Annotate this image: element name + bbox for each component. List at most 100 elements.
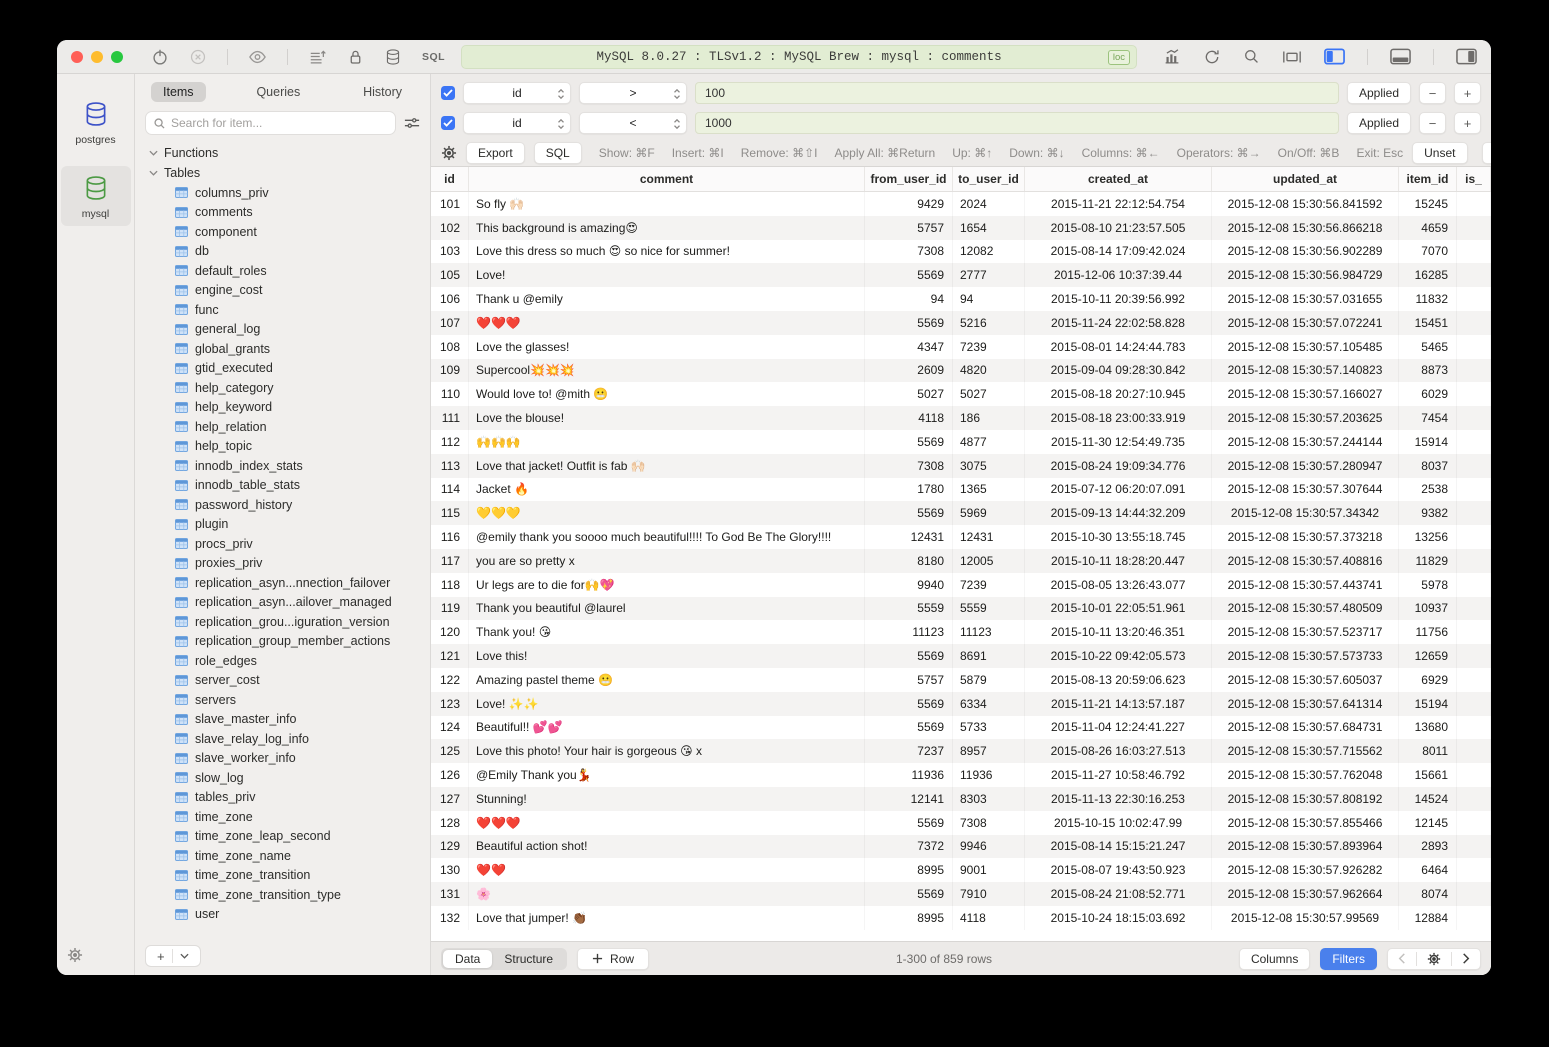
sidebar-table-item[interactable]: global_grants	[145, 339, 420, 359]
cell-updated-at[interactable]: 2015-12-08 15:30:57.031655	[1212, 287, 1399, 311]
cell-created-at[interactable]: 2015-08-24 21:08:52.771	[1025, 882, 1212, 906]
filters-button[interactable]: Filters	[1320, 948, 1377, 970]
cell-item-id[interactable]: 5465	[1399, 335, 1457, 359]
sidebar-table-item[interactable]: help_topic	[145, 437, 420, 457]
table-row[interactable]: 122Amazing pastel theme 😬575758792015-08…	[431, 668, 1491, 692]
table-row[interactable]: 118Ur legs are to die for🙌💖994072392015-…	[431, 573, 1491, 597]
cell-comment[interactable]: ❤️❤️	[469, 858, 865, 882]
cell-from-user-id[interactable]: 5569	[865, 811, 953, 835]
filter-operator-select[interactable]: >	[579, 82, 687, 104]
cell-comment[interactable]: So fly 🙌🏻	[469, 192, 865, 216]
cell-comment[interactable]: you are so pretty x	[469, 549, 865, 573]
cell-comment[interactable]: Love that jumper! 👏🏾	[469, 906, 865, 930]
cell-id[interactable]: 123	[431, 692, 469, 716]
cell-updated-at[interactable]: 2015-12-08 15:30:57.072241	[1212, 311, 1399, 335]
sidebar-table-item[interactable]: comments	[145, 203, 420, 223]
lock-icon[interactable]	[347, 48, 364, 66]
cell-from-user-id[interactable]: 9429	[865, 192, 953, 216]
cell-id[interactable]: 102	[431, 216, 469, 240]
cell-id[interactable]: 115	[431, 501, 469, 525]
cell-is[interactable]	[1457, 240, 1491, 264]
sidebar-table-item[interactable]: help_keyword	[145, 398, 420, 418]
cell-created-at[interactable]: 2015-10-15 10:02:47.99	[1025, 811, 1212, 835]
cell-item-id[interactable]: 11832	[1399, 287, 1457, 311]
cell-id[interactable]: 128	[431, 811, 469, 835]
cell-id[interactable]: 125	[431, 739, 469, 763]
cell-is[interactable]	[1457, 835, 1491, 859]
zoom-window-button[interactable]	[111, 51, 123, 63]
sidebar-table-item[interactable]: time_zone_name	[145, 846, 420, 866]
tab-structure[interactable]: Structure	[492, 950, 565, 968]
tab-data[interactable]: Data	[443, 950, 492, 968]
cell-to-user-id[interactable]: 4877	[953, 430, 1025, 454]
cell-updated-at[interactable]: 2015-12-08 15:30:56.984729	[1212, 263, 1399, 287]
unset-button[interactable]: Unset	[1412, 142, 1467, 164]
cell-from-user-id[interactable]: 5027	[865, 382, 953, 406]
cell-updated-at[interactable]: 2015-12-08 15:30:57.408816	[1212, 549, 1399, 573]
cell-to-user-id[interactable]: 8303	[953, 787, 1025, 811]
cell-updated-at[interactable]: 2015-12-08 15:30:57.244144	[1212, 430, 1399, 454]
add-connection-button[interactable]: +	[145, 945, 201, 967]
cell-from-user-id[interactable]: 8180	[865, 549, 953, 573]
cell-comment[interactable]: Thank you! 😘	[469, 620, 865, 644]
table-row[interactable]: 108Love the glasses!434772392015-08-01 1…	[431, 335, 1491, 359]
cell-from-user-id[interactable]: 11123	[865, 620, 953, 644]
cell-created-at[interactable]: 2015-10-11 18:28:20.447	[1025, 549, 1212, 573]
cell-from-user-id[interactable]: 4347	[865, 335, 953, 359]
cell-created-at[interactable]: 2015-11-30 12:54:49.735	[1025, 430, 1212, 454]
cell-created-at[interactable]: 2015-08-14 15:15:21.247	[1025, 835, 1212, 859]
cell-id[interactable]: 124	[431, 716, 469, 740]
add-filter-button[interactable]: +	[1454, 82, 1481, 104]
cell-from-user-id[interactable]: 5569	[865, 716, 953, 740]
cell-item-id[interactable]: 11829	[1399, 549, 1457, 573]
sidebar-table-item[interactable]: time_zone	[145, 807, 420, 827]
cell-item-id[interactable]: 7454	[1399, 406, 1457, 430]
sidebar-table-item[interactable]: help_category	[145, 378, 420, 398]
sidebar-table-item[interactable]: role_edges	[145, 651, 420, 671]
sidebar-table-item[interactable]: component	[145, 222, 420, 242]
cell-is[interactable]	[1457, 382, 1491, 406]
sql-button[interactable]: SQL	[534, 142, 582, 164]
cell-item-id[interactable]: 8037	[1399, 454, 1457, 478]
sidebar-table-item[interactable]: slave_worker_info	[145, 749, 420, 769]
sidebar-table-item[interactable]: help_relation	[145, 417, 420, 437]
table-row[interactable]: 123Love! ✨✨556963342015-11-21 14:13:57.1…	[431, 692, 1491, 716]
cell-to-user-id[interactable]: 186	[953, 406, 1025, 430]
sidebar-table-item[interactable]: password_history	[145, 495, 420, 515]
cell-from-user-id[interactable]: 7308	[865, 240, 953, 264]
table-row[interactable]: 129Beautiful action shot!737299462015-08…	[431, 835, 1491, 859]
log-list-icon[interactable]	[308, 48, 327, 66]
toggle-right-panel-icon[interactable]	[1456, 48, 1477, 65]
cell-to-user-id[interactable]: 12005	[953, 549, 1025, 573]
cell-updated-at[interactable]: 2015-12-08 15:30:57.373218	[1212, 525, 1399, 549]
table-row[interactable]: 120Thank you! 😘11123111232015-10-11 13:2…	[431, 620, 1491, 644]
cell-to-user-id[interactable]: 5216	[953, 311, 1025, 335]
cell-is[interactable]	[1457, 287, 1491, 311]
cell-to-user-id[interactable]: 5733	[953, 716, 1025, 740]
cell-to-user-id[interactable]: 5027	[953, 382, 1025, 406]
cell-item-id[interactable]: 10937	[1399, 597, 1457, 621]
filter-settings-gear-icon[interactable]	[441, 145, 457, 161]
cell-item-id[interactable]: 6929	[1399, 668, 1457, 692]
table-row[interactable]: 106Thank u @emily94942015-10-11 20:39:56…	[431, 287, 1491, 311]
cell-created-at[interactable]: 2015-07-12 06:20:07.091	[1025, 478, 1212, 502]
cell-item-id[interactable]: 8011	[1399, 739, 1457, 763]
cell-item-id[interactable]: 12145	[1399, 811, 1457, 835]
column-header-updated-at[interactable]: updated_at	[1212, 167, 1399, 191]
cell-comment[interactable]: Love the glasses!	[469, 335, 865, 359]
cell-is[interactable]	[1457, 668, 1491, 692]
cell-updated-at[interactable]: 2015-12-08 15:30:57.105485	[1212, 335, 1399, 359]
cell-updated-at[interactable]: 2015-12-08 15:30:57.443741	[1212, 573, 1399, 597]
cell-updated-at[interactable]: 2015-12-08 15:30:57.307644	[1212, 478, 1399, 502]
refresh-icon[interactable]	[1203, 48, 1221, 66]
filter-sliders-icon[interactable]	[404, 116, 420, 130]
search-input[interactable]	[171, 116, 388, 130]
apply-all-label[interactable]: Apply All	[1483, 146, 1492, 160]
cell-updated-at[interactable]: 2015-12-08 15:30:56.866218	[1212, 216, 1399, 240]
cell-item-id[interactable]: 15245	[1399, 192, 1457, 216]
cell-from-user-id[interactable]: 5569	[865, 882, 953, 906]
cell-id[interactable]: 103	[431, 240, 469, 264]
table-row[interactable]: 107❤️❤️❤️556952162015-11-24 22:02:58.828…	[431, 311, 1491, 335]
table-row[interactable]: 130❤️❤️899590012015-08-07 19:43:50.92320…	[431, 858, 1491, 882]
table-row[interactable]: 131🌸556979102015-08-24 21:08:52.7712015-…	[431, 882, 1491, 906]
